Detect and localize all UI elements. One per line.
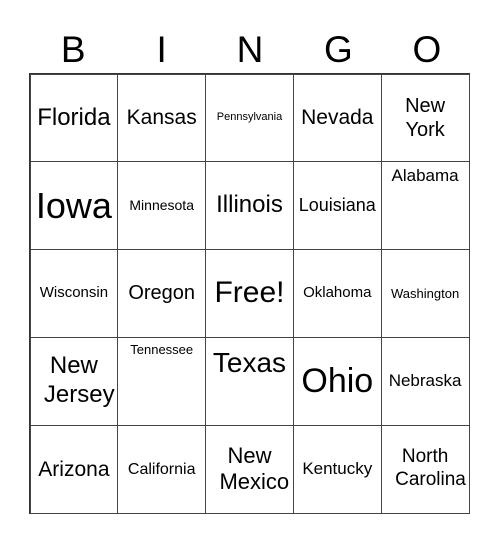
bingo-cell[interactable]: Free! — [205, 249, 294, 338]
bingo-cell-label: Texas — [212, 346, 287, 378]
bingo-cell-label: Iowa — [35, 185, 112, 227]
bingo-cell[interactable]: Alabama — [380, 161, 470, 251]
bingo-cell[interactable]: Florida — [29, 73, 119, 163]
bingo-cell[interactable]: Washington — [380, 249, 470, 338]
bingo-cell-label: Washington — [391, 285, 460, 301]
bingo-cell[interactable]: Pennsylvania — [205, 73, 294, 163]
bingo-cell-label: Arizona — [38, 457, 110, 481]
bingo-cell-label: Kansas — [126, 106, 197, 130]
bingo-cell-label: North Carolina — [395, 446, 466, 491]
bingo-cell[interactable]: Louisiana — [292, 161, 382, 251]
bingo-cell[interactable]: Tennessee — [117, 336, 207, 426]
bingo-cell-label: Florida — [37, 103, 111, 131]
bingo-cell[interactable]: North Carolina — [380, 424, 470, 514]
bingo-cell-label: Oklahoma — [303, 284, 372, 302]
bingo-cell-label: Nevada — [301, 106, 374, 130]
bingo-cell[interactable]: Nevada — [292, 73, 382, 163]
header-letter-i: I — [156, 29, 167, 70]
bingo-cell[interactable]: Arizona — [29, 424, 119, 514]
bingo-cell-label: Oregon — [128, 282, 196, 305]
bingo-cell-label: Tennessee — [130, 341, 194, 357]
bingo-cell[interactable]: New Mexico — [205, 424, 294, 514]
bingo-cell[interactable]: Kansas — [117, 73, 207, 163]
bingo-cell-label: Wisconsin — [39, 284, 109, 302]
bingo-cell[interactable]: Oregon — [117, 249, 207, 338]
bingo-cell-label: New Jersey — [43, 352, 115, 409]
bingo-cell-label: Free! — [214, 276, 285, 310]
header-letter-g: G — [324, 29, 353, 70]
bingo-cell-label: Louisiana — [298, 194, 376, 215]
bingo-cell[interactable]: Minnesota — [117, 161, 207, 251]
bingo-cell[interactable]: Kentucky — [292, 424, 382, 514]
bingo-cell[interactable]: Ohio — [292, 336, 382, 426]
bingo-cell[interactable]: New Jersey — [29, 336, 119, 426]
bingo-header: B I N G O — [29, 28, 471, 72]
bingo-grid: Florida Kansas Pennsylvania Nevada New York I… — [29, 73, 470, 514]
bingo-cell-label: Minnesota — [129, 197, 194, 214]
bingo-cell[interactable]: Iowa — [29, 161, 119, 251]
bingo-cell-label: New Mexico — [219, 442, 290, 495]
bingo-cell-label: New York — [405, 94, 446, 141]
bingo-cell-label: Kentucky — [302, 458, 373, 478]
bingo-cell[interactable]: California — [117, 424, 207, 514]
bingo-cell-label: Nebraska — [388, 371, 462, 391]
bingo-cell-label: California — [127, 460, 196, 478]
header-letter-n: N — [236, 29, 264, 70]
bingo-cell[interactable]: Illinois — [205, 161, 294, 251]
bingo-cell-label: Pennsylvania — [216, 111, 283, 124]
header-letter-b: B — [60, 29, 86, 70]
bingo-cell[interactable]: Wisconsin — [29, 249, 119, 338]
bingo-cell[interactable]: Texas — [205, 336, 294, 426]
bingo-cell-label: Alabama — [391, 166, 459, 186]
bingo-cell[interactable]: Oklahoma — [292, 249, 382, 338]
bingo-cell-label: Illinois — [216, 191, 283, 219]
bingo-cell-label: Ohio — [301, 361, 374, 400]
bingo-cell[interactable]: New York — [380, 73, 470, 163]
header-letter-o: O — [412, 29, 442, 70]
bingo-cell[interactable]: Nebraska — [380, 336, 470, 426]
